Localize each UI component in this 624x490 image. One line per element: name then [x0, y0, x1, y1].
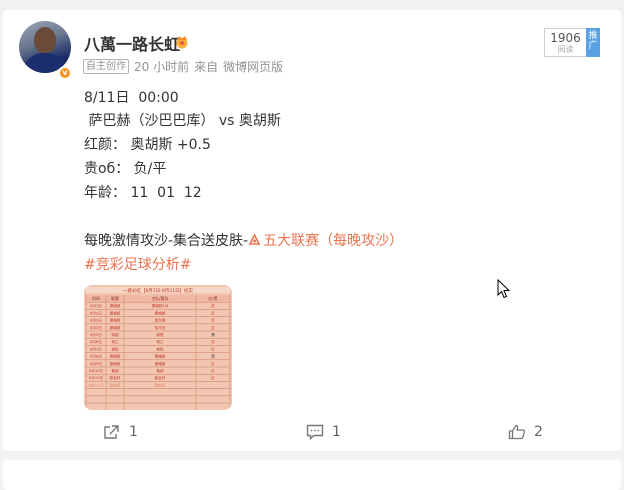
image-cell: 美职: [156, 346, 164, 351]
super-topic-icon: [248, 233, 261, 245]
image-cell: 挪威超: [110, 318, 121, 323]
image-cell: 8月5日: [90, 332, 102, 337]
image-cell: 红: [211, 375, 215, 380]
image-cell: 8月4日: [90, 325, 102, 330]
original-tag: 自主创作: [83, 59, 129, 74]
post-source: 微博网页版: [223, 60, 284, 74]
image-cell: 挪威超: [110, 310, 121, 315]
image-cell: 瑞超: [111, 332, 119, 337]
image-cell: 欧会杯: [155, 382, 166, 387]
image-cell: 红: [211, 339, 215, 344]
image-cell: 红: [211, 346, 215, 351]
image-cell: 红: [211, 361, 215, 366]
image-cell: 8月3日: [90, 318, 102, 323]
image-cell: 葡超: [111, 368, 119, 373]
post-meta: 自主创作 20 小时前 来自 微博网页版: [83, 58, 288, 75]
image-cell: 8月6日: [90, 339, 102, 344]
image-header-cell: 主队/客队: [151, 295, 168, 301]
source-label: 来自: [194, 60, 219, 74]
content-line-6-prefix: 每晚激情攻沙-集合送皮肤-: [84, 233, 249, 249]
image-cell: 挪威超: [110, 361, 121, 366]
image-cell: 挪威超: [155, 361, 166, 366]
image-cell: 8月10日: [89, 368, 103, 373]
mouse-cursor-icon: [497, 279, 511, 299]
hashtag-link[interactable]: #竞彩足球分析#: [84, 254, 191, 274]
share-button[interactable]: 1: [103, 424, 138, 440]
image-cell: 8月11日: [89, 382, 103, 387]
image-cell: 赫根: [156, 332, 164, 337]
image-table: 一路长虹【8月1日-8月31日】纪实时间 联赛 主队/客队 红/黑8月1日 挪威超 挪威超…: [85, 287, 231, 410]
image-cell: 红: [211, 325, 215, 330]
promo-tag: 推广: [586, 28, 600, 57]
super-topic-label: 五大联赛（每晚攻沙）: [263, 233, 404, 249]
image-cell: 挪威超: [155, 310, 166, 315]
image-cell: 挪威超: [110, 303, 121, 308]
content-line-5: 年龄： 11 01 12: [84, 185, 202, 201]
image-cell: 哈马坎: [155, 325, 166, 330]
image-cell: 莫尔德: [155, 318, 166, 323]
read-label: 阅读: [557, 45, 574, 54]
image-cell: 欧会杯: [110, 375, 121, 380]
image-cell: 8月8日: [90, 354, 102, 359]
author-name[interactable]: 八萬一路长虹: [84, 31, 180, 55]
post-time[interactable]: 20 小时前: [134, 58, 189, 75]
share-count: 1: [129, 424, 138, 440]
image-cell: 挪威超: [155, 354, 166, 359]
image-cell: 挪威超: [110, 325, 121, 330]
thumbs-up-icon: [508, 424, 526, 440]
image-cell: 8月7日: [90, 346, 102, 351]
image-cell: 荷乙: [156, 339, 164, 344]
image-header-cell: 红/黑: [208, 295, 217, 301]
image-cell: 红: [211, 303, 215, 308]
comment-button[interactable]: 1: [306, 424, 341, 440]
image-cell: 美职: [111, 346, 119, 351]
image-header-cell: 联赛: [111, 295, 119, 301]
image-cell: 葡超: [156, 368, 164, 373]
crown-icon[interactable]: [174, 33, 190, 49]
image-cell: 8月2日: [90, 310, 102, 315]
post-image[interactable]: 一路长虹【8月1日-8月31日】纪实 时间 联赛 主队/客队 红/黑 8月1日 挪威超 挪威超…: [84, 285, 232, 410]
read-count: 1906: [550, 31, 581, 45]
content-line-3: 红颜： 奥胡斯 +0.5: [84, 137, 211, 153]
content-line-1: 8/11日 00:00: [84, 90, 179, 106]
image-header-cell: 时间: [92, 295, 100, 301]
image-cell: 挪威超: [110, 354, 121, 359]
image-cell: 8月10日: [89, 375, 103, 380]
content-line-4: 贵об： 负/平: [84, 161, 167, 177]
image-cell: 黑: [211, 333, 215, 337]
share-icon: [104, 425, 119, 439]
image-cell: 欧会杯: [110, 382, 121, 387]
like-count: 2: [534, 424, 543, 440]
image-cell: 红: [211, 368, 215, 373]
image-cell: 荷乙: [111, 339, 119, 344]
promo-badge[interactable]: 1906 阅读 推广: [544, 28, 600, 57]
image-title: 一路长虹【8月1日-8月31日】纪实: [123, 287, 193, 294]
image-cell: 挪威超1对: [152, 303, 169, 308]
image-cell: 欧会杯: [155, 375, 166, 380]
next-post-card: [3, 460, 621, 490]
like-button[interactable]: 2: [508, 424, 543, 440]
comment-count: 1: [332, 424, 341, 440]
image-cell: 8月9日: [90, 361, 102, 366]
content-line-2: 萨巴赫（沙巴巴库） vs 奥胡斯: [84, 113, 281, 129]
super-topic-link[interactable]: 五大联赛（每晚攻沙）: [248, 233, 403, 249]
comment-icon: [306, 424, 324, 440]
content-line-6: 每晚激情攻沙-集合送皮肤- 五大联赛（每晚攻沙）: [84, 230, 403, 250]
image-cell: 红: [211, 310, 215, 315]
image-cell: 8月1日: [90, 303, 102, 308]
image-cell: 黑: [211, 355, 215, 359]
v-badge-icon: v: [58, 66, 72, 80]
image-cell: 红: [211, 318, 215, 323]
